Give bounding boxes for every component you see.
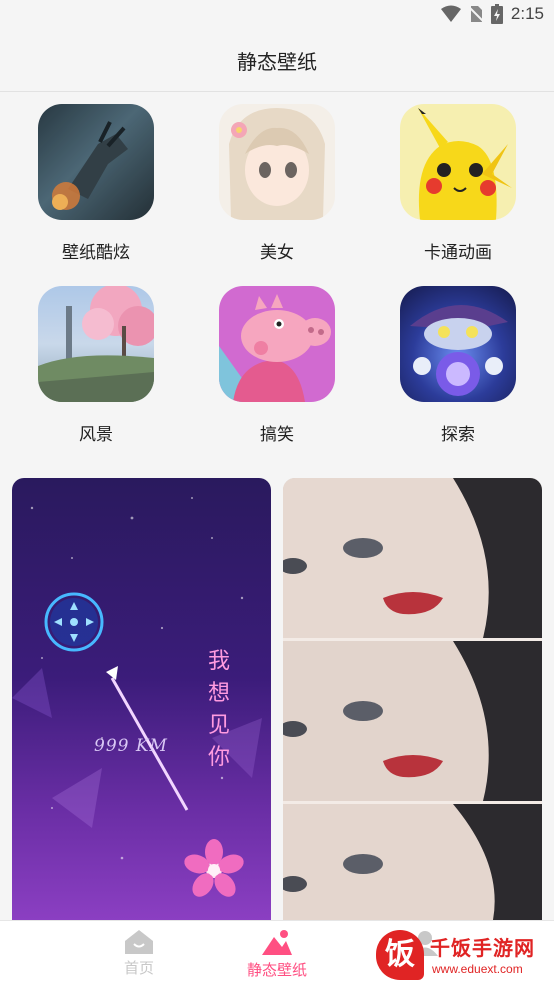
status-bar: 2:15 <box>0 0 554 30</box>
status-time: 2:15 <box>510 4 544 23</box>
no-sim-icon <box>468 6 483 22</box>
nav-label-home: 首页 <box>123 959 154 977</box>
anime-girl-thumbnail <box>219 104 335 220</box>
caption-char: 你 <box>207 745 230 770</box>
wifi-icon <box>440 5 461 22</box>
category-cool[interactable]: 壁纸酷炫 <box>26 104 166 263</box>
category-scenery[interactable]: 风景 <box>26 286 166 445</box>
watermark-char: 饭 <box>385 937 415 972</box>
category-label: 壁纸酷炫 <box>62 243 130 263</box>
category-label: 卡通动画 <box>424 243 492 263</box>
distance-text: 999 KM <box>94 736 168 756</box>
status-icons: 2:15 <box>440 4 544 24</box>
cool-wallpaper-thumbnail <box>38 104 154 220</box>
wizard-creature-thumbnail <box>400 286 516 402</box>
app-bar: 静态壁纸 <box>0 30 554 92</box>
wallpaper-icon <box>262 930 292 955</box>
peppa-pig-thumbnail <box>219 286 335 402</box>
wallpaper-card-photo[interactable] <box>283 478 542 920</box>
category-funny[interactable]: 搞笑 <box>207 286 347 445</box>
page-title: 静态壁纸 <box>237 50 317 74</box>
category-label: 美女 <box>260 243 294 263</box>
galaxy-artwork <box>12 497 262 897</box>
category-label: 搞笑 <box>260 425 294 445</box>
nav-label-wallpaper: 静态壁纸 <box>246 961 307 979</box>
nav-item-wallpaper[interactable]: 静态壁纸 <box>217 929 337 980</box>
caption-char: 想 <box>207 681 230 706</box>
category-label: 风景 <box>79 425 113 445</box>
photo-collage <box>283 478 542 920</box>
category-label: 探索 <box>441 425 475 445</box>
category-cartoon[interactable]: 卡通动画 <box>388 104 528 263</box>
watermark-url: www.eduext.com <box>432 962 523 976</box>
battery-icon <box>490 4 503 24</box>
category-beauty[interactable]: 美女 <box>207 104 347 263</box>
nav-item-home[interactable]: 首页 <box>79 929 199 978</box>
vertical-caption: 我 想 见 你 <box>206 646 232 774</box>
category-explore[interactable]: 探索 <box>388 286 528 445</box>
watermark-name: 千饭手游网 <box>430 936 535 960</box>
caption-char: 见 <box>207 713 230 738</box>
wallpaper-card-galaxy[interactable]: 999 KM 我 想 见 你 <box>12 478 271 920</box>
home-icon <box>125 930 153 954</box>
watermark-logo: 饭 <box>376 930 424 980</box>
pikachu-thumbnail <box>400 104 516 220</box>
watermark: 饭 千饭手游网 www.eduext.com <box>376 928 552 984</box>
cherry-blossom-scenery-thumbnail <box>38 286 154 402</box>
caption-char: 我 <box>207 649 230 674</box>
